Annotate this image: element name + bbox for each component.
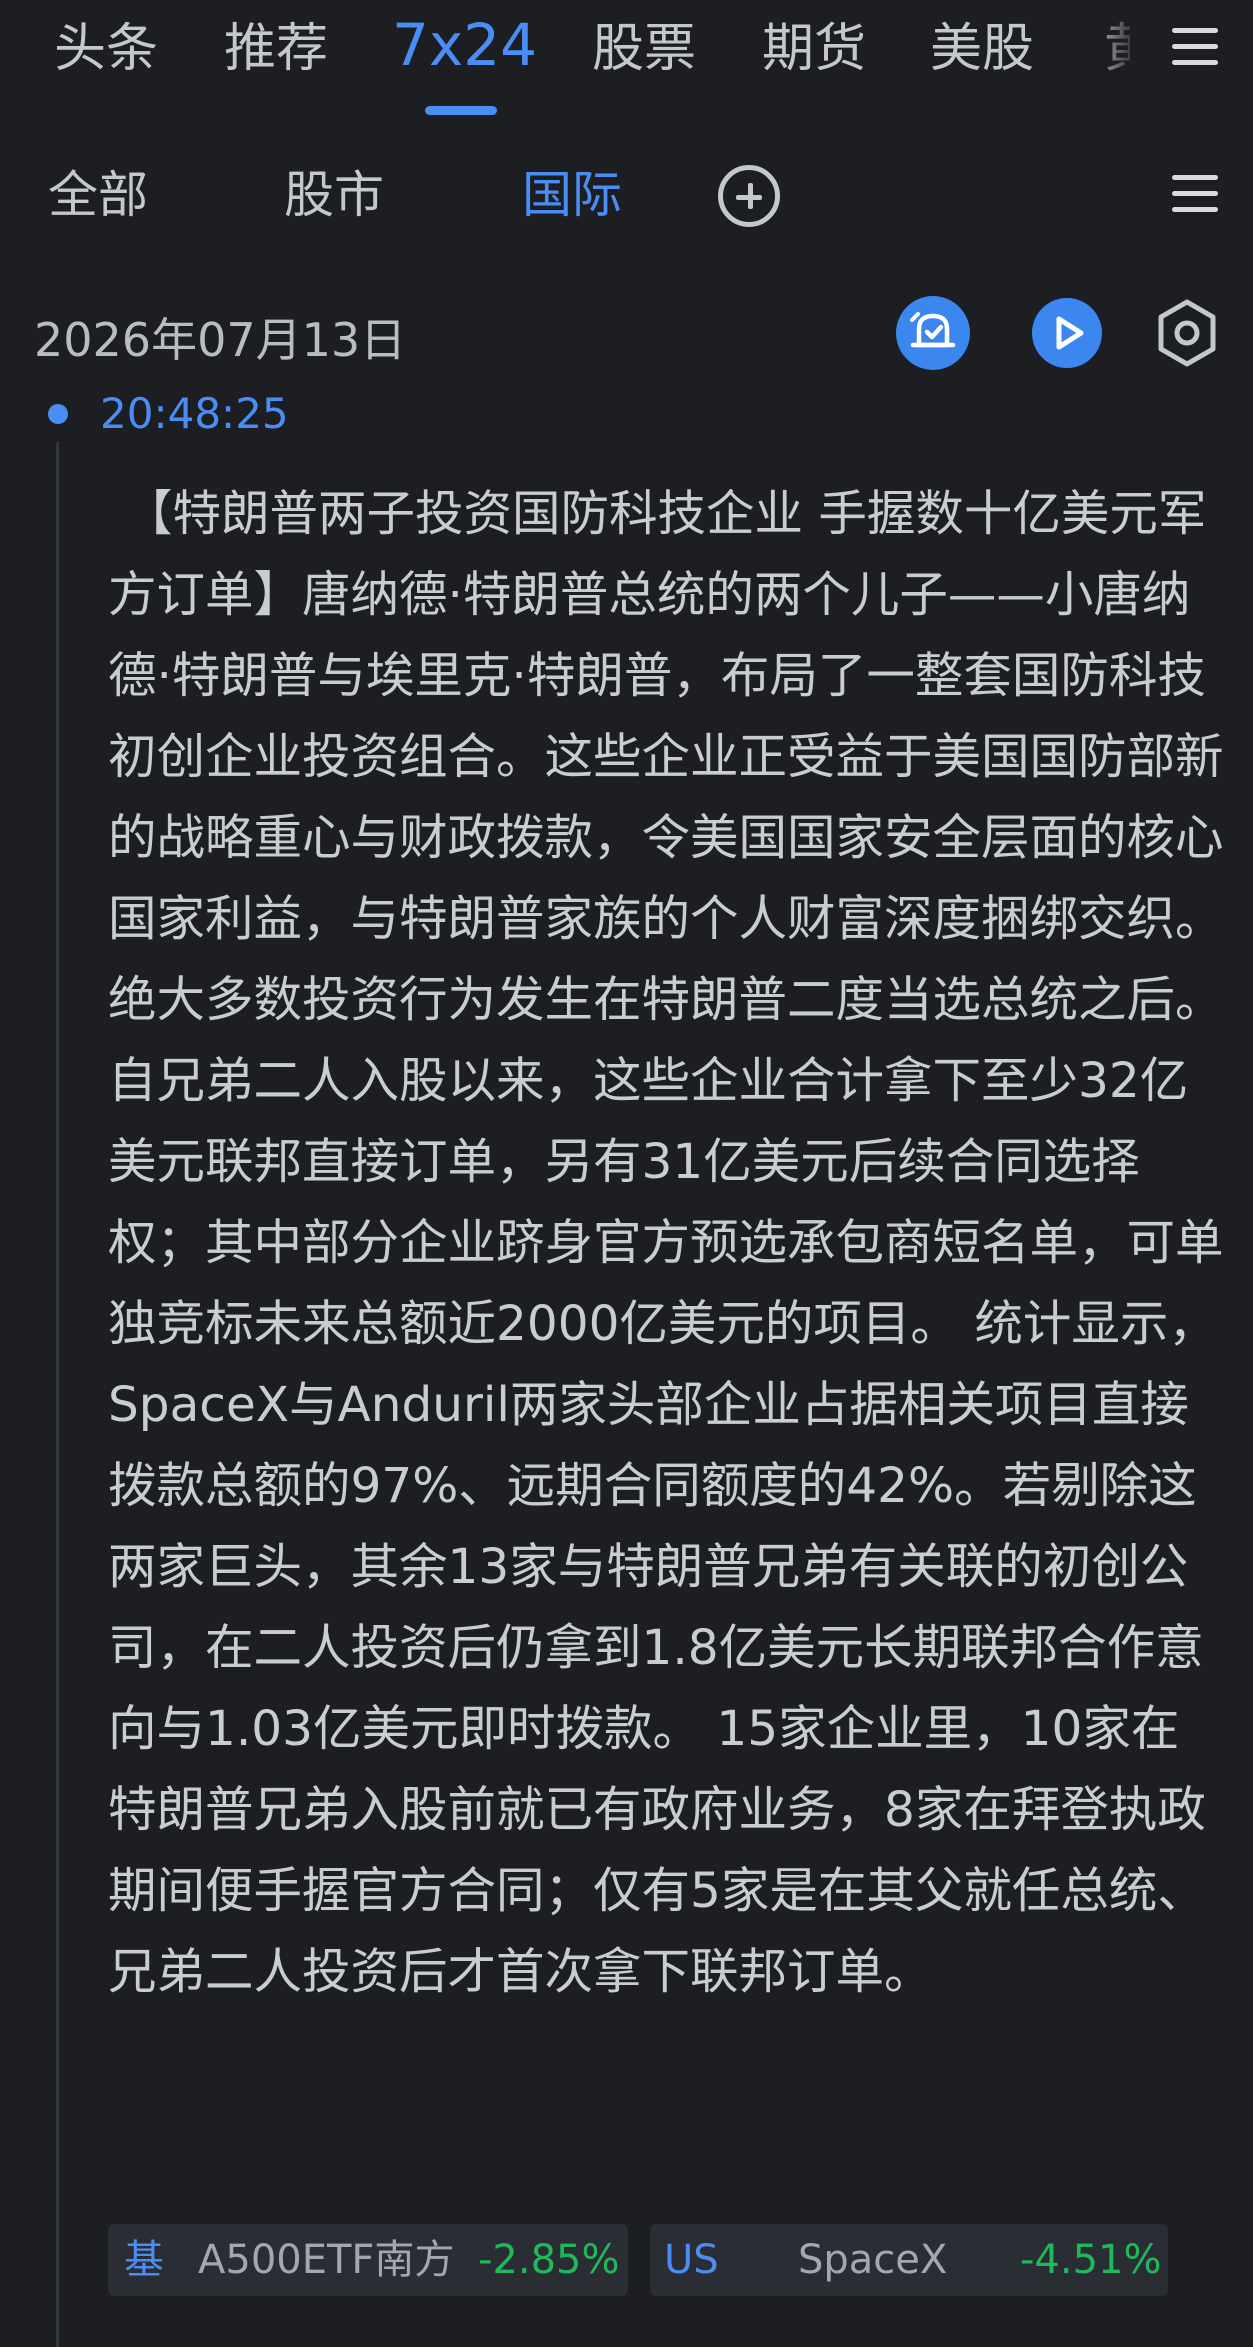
settings-button[interactable] bbox=[1156, 298, 1218, 368]
tab-recommended[interactable]: 推荐 bbox=[224, 14, 328, 84]
alert-button[interactable] bbox=[896, 296, 970, 370]
timeline-line bbox=[56, 442, 59, 2347]
bell-icon bbox=[910, 312, 956, 348]
channel-menu-icon[interactable] bbox=[1172, 28, 1218, 66]
gear-icon bbox=[1158, 299, 1216, 367]
category-tab-bar: 头条 推荐 7x24 股票 期货 美股 黄 bbox=[0, 0, 1253, 120]
related-stock-chip[interactable]: 基 A500ETF南方 -2.85% bbox=[108, 2224, 628, 2296]
timeline-dot bbox=[48, 404, 68, 424]
feed-date: 2026年07月13日 bbox=[34, 313, 407, 367]
active-tab-indicator bbox=[425, 106, 497, 115]
tab-scroll-fade bbox=[1090, 0, 1160, 110]
tab-headlines[interactable]: 头条 bbox=[54, 14, 158, 84]
subtab-menu-icon[interactable] bbox=[1172, 175, 1218, 213]
stock-name: SpaceX bbox=[798, 2237, 948, 2283]
play-icon bbox=[1056, 316, 1084, 350]
tab-us-stocks[interactable]: 美股 bbox=[930, 14, 1034, 84]
subtab-international[interactable]: 国际 bbox=[522, 160, 622, 230]
subtab-stock-market[interactable]: 股市 bbox=[284, 160, 384, 230]
tab-stocks[interactable]: 股票 bbox=[592, 14, 696, 84]
add-subtab-icon[interactable] bbox=[718, 165, 780, 227]
play-audio-button[interactable] bbox=[1032, 298, 1102, 368]
stock-change: -4.51% bbox=[1020, 2237, 1162, 2283]
news-time: 20:48:25 bbox=[100, 389, 289, 438]
news-content[interactable]: 【特朗普两子投资国防科技企业 手握数十亿美元军方订单】唐纳德·特朗普总统的两个儿… bbox=[108, 474, 1224, 2013]
related-stock-chip[interactable]: US SpaceX -4.51% bbox=[650, 2224, 1168, 2296]
news-feed-screen: 头条 推荐 7x24 股票 期货 美股 黄 全部 股市 国际 2026年07月1… bbox=[0, 0, 1253, 2347]
stock-tag: US bbox=[664, 2237, 719, 2283]
tab-futures[interactable]: 期货 bbox=[762, 14, 866, 84]
subtab-all[interactable]: 全部 bbox=[48, 160, 148, 230]
stock-name: A500ETF南方 bbox=[198, 2237, 455, 2283]
stock-change: -2.85% bbox=[478, 2237, 620, 2283]
tab-7x24[interactable]: 7x24 bbox=[392, 10, 537, 80]
stock-tag: 基 bbox=[124, 2237, 164, 2283]
